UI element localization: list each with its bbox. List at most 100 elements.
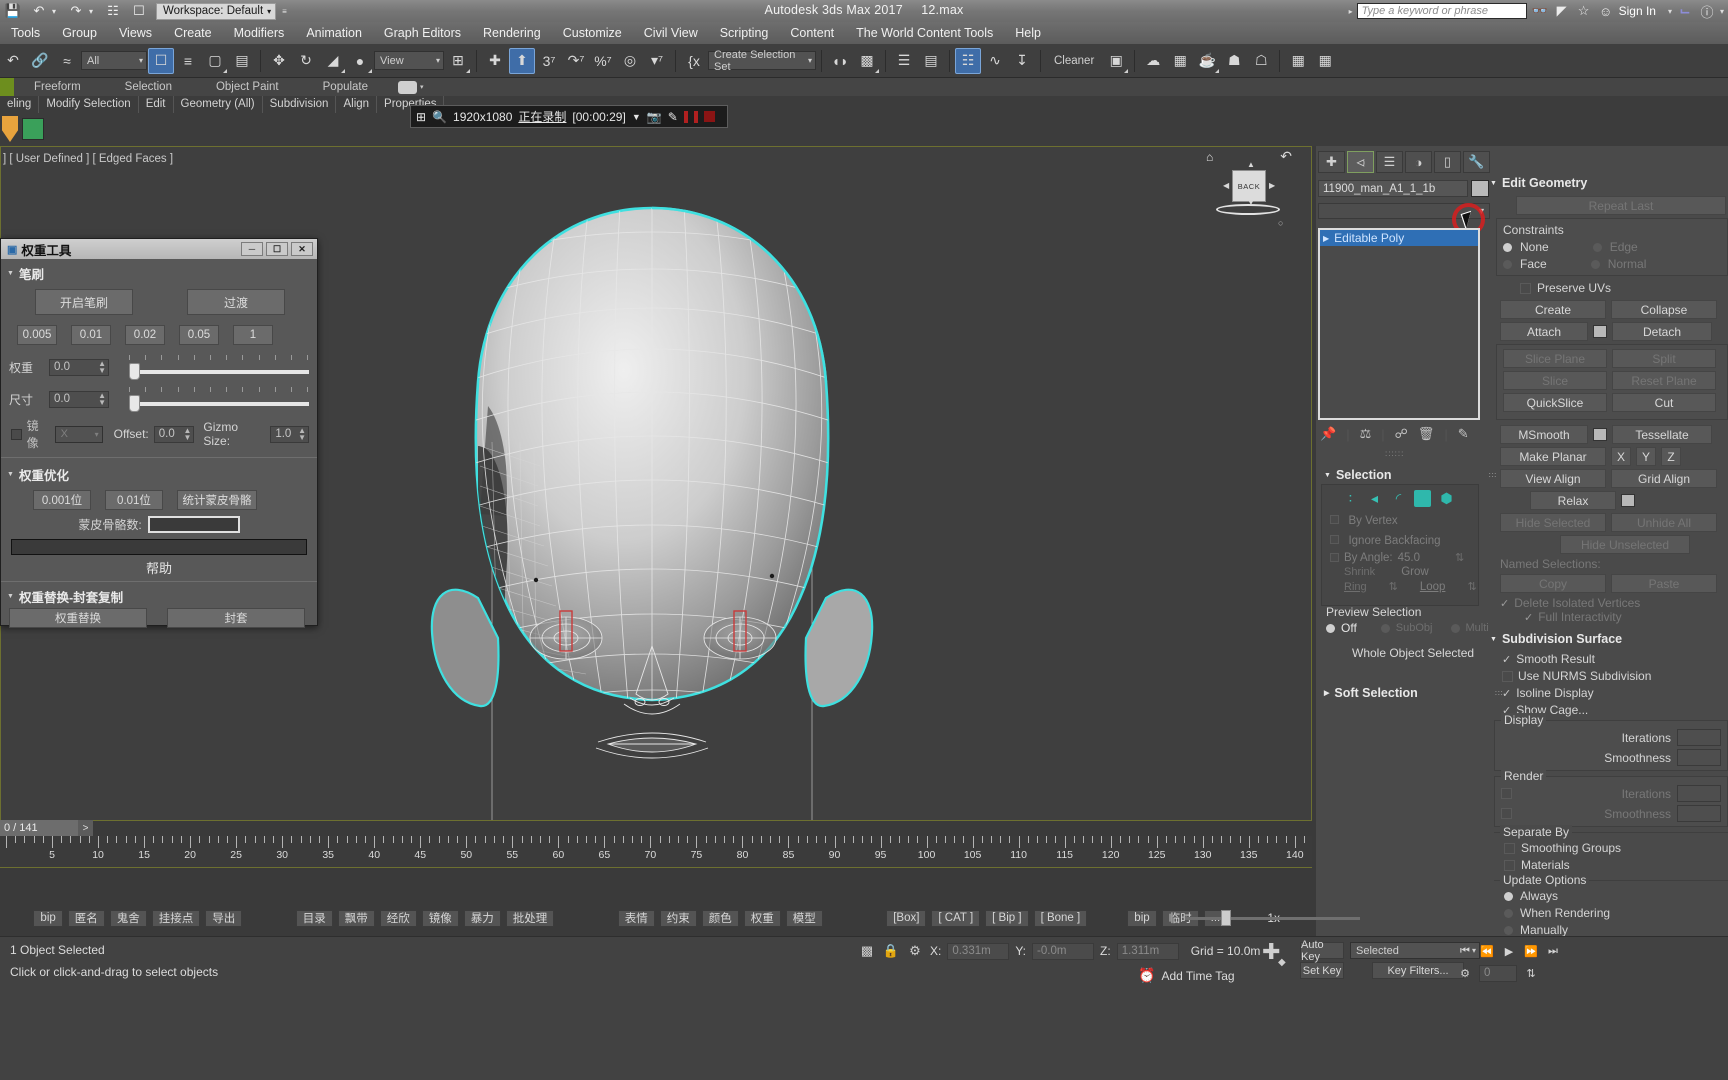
modifier-stack[interactable]: ▶ Editable Poly — [1318, 228, 1480, 420]
key-filters-button[interactable]: Key Filters... — [1372, 962, 1464, 979]
panel-grip[interactable]: :::::: — [1385, 449, 1404, 458]
tessellate-button[interactable]: Tessellate — [1612, 425, 1712, 444]
weight-slider[interactable] — [129, 361, 309, 380]
weight-tool-titlebar[interactable]: ▣ 权重工具 ─ ☐ ✕ — [1, 239, 317, 259]
y-coordinate-field[interactable]: -0.0m — [1032, 942, 1095, 960]
subdivision-rollout-header[interactable]: ▼ Subdivision Surface — [1490, 632, 1728, 646]
classic-button[interactable]: 经欣 — [379, 909, 417, 927]
next-frame-button[interactable]: > — [78, 820, 93, 836]
tab-create[interactable]: ✚ — [1318, 151, 1345, 173]
spinner-arrows-icon[interactable]: ▲ ▼ — [183, 427, 191, 442]
constraint-none-radio[interactable] — [1503, 242, 1512, 252]
preview-off-radio[interactable] — [1326, 623, 1335, 633]
spinner-arrows-icon[interactable]: ⇅ — [1455, 551, 1464, 564]
chevron-right-icon[interactable]: ▶ — [1323, 234, 1329, 243]
slice-button[interactable]: Slice — [1503, 371, 1607, 390]
loop-spinner-icon[interactable]: ⇅ — [1467, 580, 1476, 593]
select-by-name-tool[interactable]: ≡ — [175, 48, 201, 74]
pin-stack-icon[interactable]: 📌 — [1320, 426, 1336, 442]
render-setup-icon[interactable]: ☁ — [1140, 48, 1166, 74]
mirror-axis-combo[interactable]: X ▾ — [54, 425, 103, 443]
mirror-tool-icon[interactable]: ◖◗ — [827, 48, 853, 74]
spinner-arrows-icon[interactable]: ▲ ▼ — [98, 392, 106, 407]
edge-subobject-icon[interactable]: ◂ — [1366, 490, 1383, 507]
select-and-move-tool[interactable]: ✥ — [266, 48, 292, 74]
sign-in-link[interactable]: Sign In — [1619, 4, 1656, 18]
menu-item-7[interactable]: Rendering — [472, 22, 552, 44]
selection-filter-combo[interactable]: All ▾ — [81, 51, 147, 70]
bip-button[interactable]: bip — [33, 909, 63, 927]
planar-y-button[interactable]: Y — [1636, 447, 1656, 466]
preset-005-button[interactable]: 0.05 — [179, 325, 219, 345]
play-icon[interactable]: ▶ — [1499, 942, 1519, 960]
current-frame-field[interactable]: 0 — [1479, 964, 1517, 982]
ghost-button[interactable]: 鬼舍 — [109, 909, 147, 927]
element-subobject-icon[interactable]: ⬢ — [1438, 490, 1455, 507]
minimize-button[interactable]: ─ — [241, 242, 263, 256]
exchange-icon[interactable]: ⌙ — [1676, 3, 1694, 19]
grow-button[interactable]: Grow — [1401, 566, 1428, 578]
ribbon-button[interactable]: 飘带 — [337, 909, 375, 927]
subtab-modeling[interactable]: eling — [0, 96, 40, 113]
quickslice-button[interactable]: QuickSlice — [1503, 393, 1607, 412]
ribbon-overflow-icon[interactable] — [398, 80, 418, 94]
select-and-rotate-tool[interactable]: ↻ — [293, 48, 319, 74]
menu-item-3[interactable]: Create — [163, 22, 223, 44]
material-editor-icon[interactable]: ▣ — [1103, 48, 1129, 74]
optimize-001-button[interactable]: 0.01位 — [105, 490, 163, 510]
weight-tool-dialog[interactable]: ▣ 权重工具 ─ ☐ ✕ ▼ 笔刷 开启笔刷 过渡 0.005 0.01 0.0… — [0, 238, 318, 628]
preset-001-button[interactable]: 0.01 — [71, 325, 111, 345]
by-vertex-checkbox[interactable] — [1330, 515, 1339, 524]
ribbon-tab-populate[interactable]: Populate — [293, 81, 382, 93]
menu-item-8[interactable]: Customize — [552, 22, 633, 44]
brush-rollout-header[interactable]: ▼ 笔刷 — [1, 259, 317, 285]
timeline-ruler[interactable]: 5 10 15 20 25 30 35 40 45 50 55 60 65 70 75 80 85 90 95 100… — [0, 836, 1312, 868]
preserve-uvs-checkbox[interactable] — [1520, 282, 1531, 294]
spinner-snap-small-icon[interactable]: ▾⁷ — [644, 48, 670, 74]
edit-geometry-rollout-header[interactable]: ▼ Edit Geometry — [1490, 176, 1728, 190]
tab-modify[interactable]: ⏿ — [1347, 151, 1374, 173]
show-end-result-icon[interactable]: ⚖ — [1360, 426, 1372, 442]
select-and-scale-tool[interactable]: ◢ — [320, 48, 346, 74]
constraint-face-radio[interactable] — [1503, 259, 1512, 269]
percent-tool-icon[interactable]: %⁷ — [590, 48, 616, 74]
use-nurms-checkbox[interactable] — [1502, 670, 1513, 682]
msmooth-settings-icon[interactable] — [1593, 428, 1607, 441]
remove-modifier-icon[interactable]: 🗑 — [1418, 426, 1435, 442]
align-tool-icon[interactable]: ▩ — [854, 48, 880, 74]
view-align-button[interactable]: View Align — [1500, 469, 1606, 488]
paste-button[interactable]: Paste — [1611, 574, 1717, 593]
padlock-icon[interactable]: 🔒 — [882, 942, 900, 960]
copy-button[interactable]: Copy — [1500, 574, 1606, 593]
expand-icon[interactable]: ▸ — [1349, 7, 1353, 16]
envelope-button[interactable]: 封套 — [167, 608, 305, 628]
enable-brush-button[interactable]: 开启笔刷 — [35, 289, 133, 315]
expression-button[interactable]: 表情 — [617, 909, 655, 927]
layer-manager-icon[interactable]: ☰ — [891, 48, 917, 74]
subtab-modify-selection[interactable]: Modify Selection — [39, 96, 139, 113]
scene-explorer-icon[interactable]: ▤ — [918, 48, 944, 74]
relax-settings-icon[interactable] — [1621, 494, 1635, 507]
ignore-backfacing-checkbox[interactable] — [1330, 535, 1339, 544]
size-slider-thumb[interactable] — [129, 395, 140, 412]
preset-0005-button[interactable]: 0.005 — [17, 325, 57, 345]
select-link-icon[interactable]: 🔗 — [27, 48, 53, 74]
signin-chevron-icon[interactable]: ▾ — [1668, 7, 1672, 16]
window-crossing-toggle[interactable]: ▤ — [229, 48, 255, 74]
collapse-button[interactable]: Collapse — [1611, 300, 1717, 319]
optimize-0001-button[interactable]: 0.001位 — [33, 490, 91, 510]
named-selection-sets-icon[interactable]: {x — [681, 48, 707, 74]
batch-button[interactable]: 批处理 — [505, 909, 555, 927]
tab-motion[interactable]: ◑ — [1405, 151, 1432, 173]
force-button[interactable]: 暴力 — [463, 909, 501, 927]
detach-button[interactable]: Detach — [1612, 322, 1712, 341]
size-slider[interactable] — [129, 393, 309, 412]
planar-z-button[interactable]: Z — [1661, 447, 1681, 466]
bone-count-field[interactable] — [147, 516, 240, 533]
create-selection-set-combo[interactable]: Create Selection Set ▾ — [708, 49, 816, 73]
time-tag-icon[interactable]: ⏰ — [1138, 967, 1155, 984]
angle-snap-toggle[interactable]: ⬆ — [509, 47, 535, 74]
help-icon[interactable]: ⓘ — [1698, 2, 1716, 21]
cat-button[interactable]: [ CAT ] — [931, 909, 981, 927]
rendered-frame-icon[interactable]: ▦ — [1167, 48, 1193, 74]
